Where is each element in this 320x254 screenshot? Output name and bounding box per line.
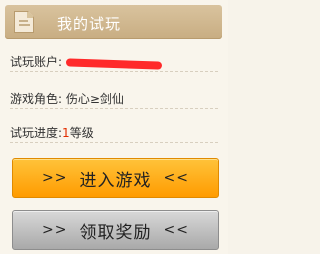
game-role-value: 伤心≥剑仙 <box>65 92 124 106</box>
double-chevron-right-icon: >> <box>42 170 68 186</box>
claim-reward-label: 领取奖励 <box>79 222 152 243</box>
trial-progress-suffix: 等级 <box>69 126 94 140</box>
game-role-row: 游戏角色: 伤心≥剑仙 <box>10 89 218 109</box>
trial-account-label: 试玩账户: <box>10 55 63 69</box>
double-chevron-right-icon: >> <box>42 222 68 238</box>
game-role-label: 游戏角色: <box>10 92 63 106</box>
document-icon <box>14 11 34 33</box>
trial-panel: 我的试玩 试玩账户: 游戏角色: 伤心≥剑仙 试玩进度:1等级 >> 进入游戏 … <box>0 0 228 254</box>
trial-progress-label: 试玩进度: <box>10 126 63 140</box>
redacted-account-mark <box>65 58 163 70</box>
claim-reward-button[interactable]: >> 领取奖励 << <box>12 210 219 250</box>
panel-header: 我的试玩 <box>5 5 222 39</box>
enter-game-button[interactable]: >> 进入游戏 << <box>12 158 219 198</box>
panel-title: 我的试玩 <box>57 15 122 33</box>
enter-game-label: 进入游戏 <box>79 170 152 191</box>
trial-progress-level: 1 <box>62 126 70 140</box>
double-chevron-left-icon: << <box>163 170 189 186</box>
trial-account-row: 试玩账户: <box>10 52 218 72</box>
trial-progress-row: 试玩进度:1等级 <box>10 123 218 143</box>
double-chevron-left-icon: << <box>163 222 189 238</box>
